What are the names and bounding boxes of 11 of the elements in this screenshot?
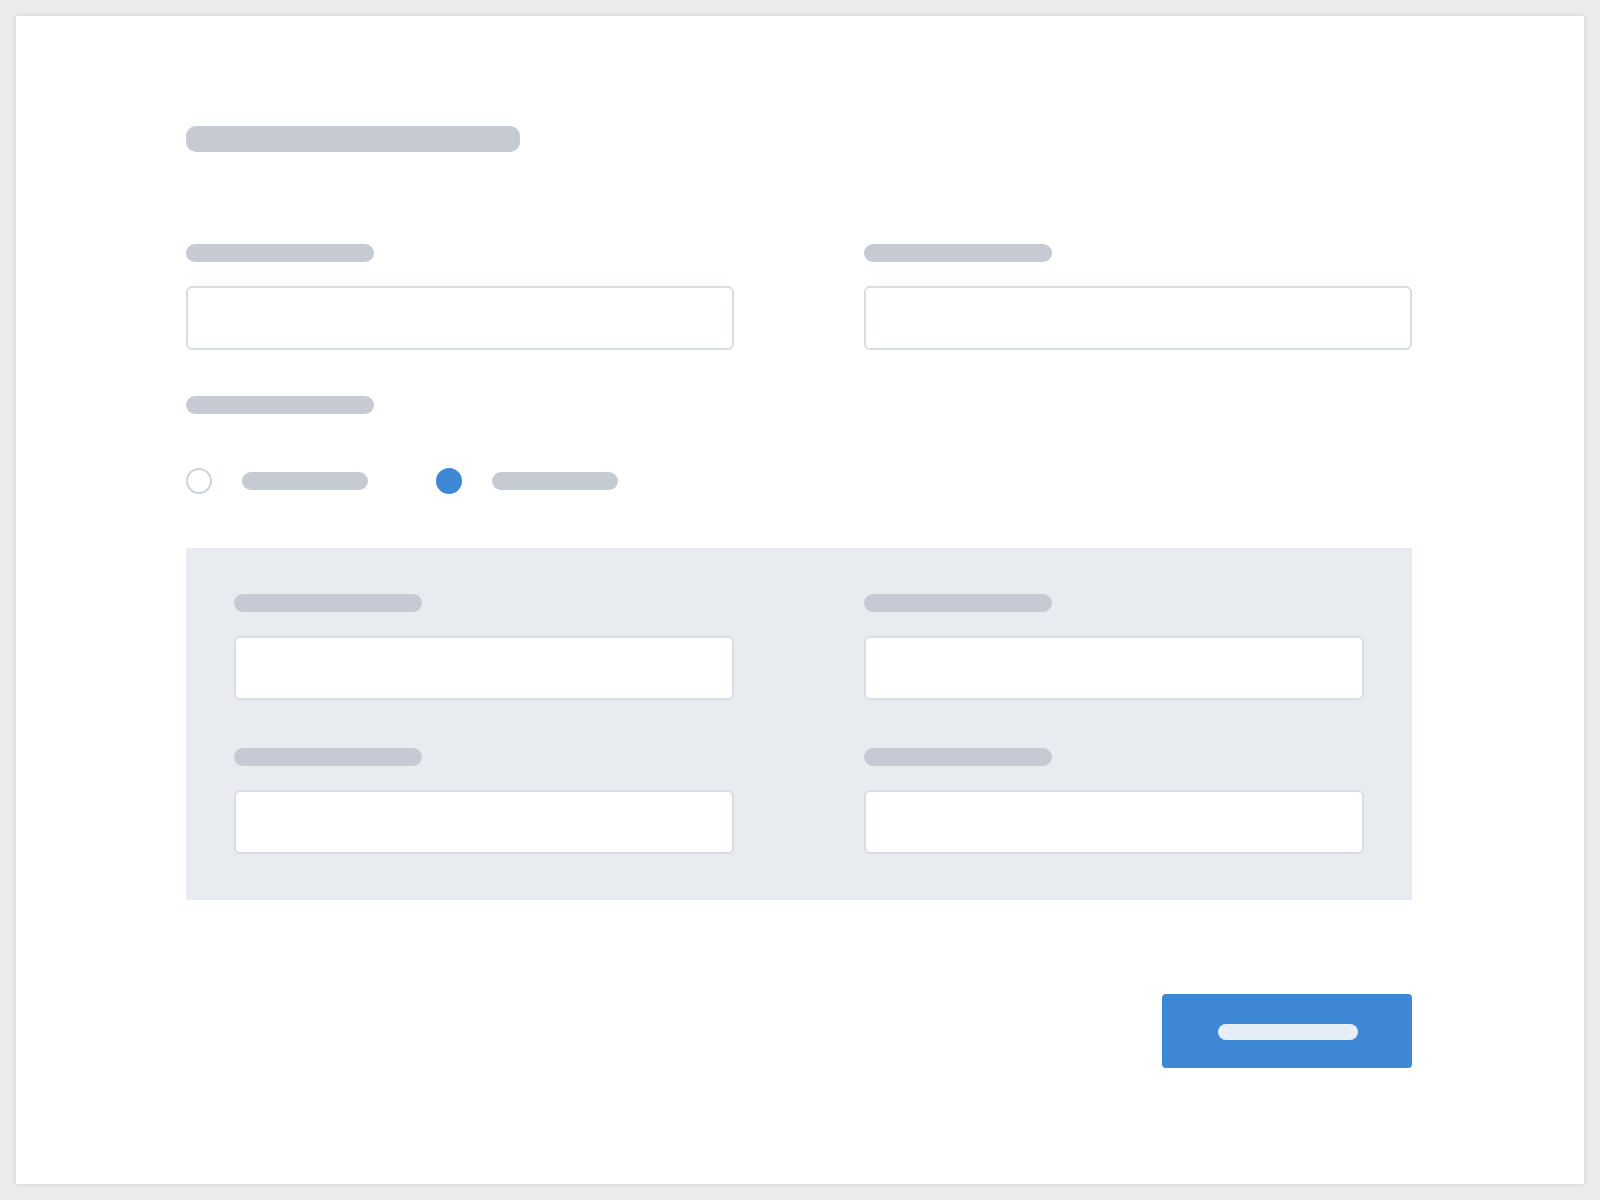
radio-button[interactable] <box>436 468 462 494</box>
submit-button[interactable] <box>1162 994 1412 1068</box>
label-skeleton <box>1217 1023 1357 1039</box>
input-field[interactable] <box>234 790 734 854</box>
input-field[interactable] <box>864 790 1364 854</box>
input-field[interactable] <box>864 636 1364 700</box>
input-field[interactable] <box>234 636 734 700</box>
label-skeleton <box>492 472 618 490</box>
input-field[interactable] <box>864 286 1412 350</box>
input-field[interactable] <box>186 286 734 350</box>
label-skeleton <box>242 472 368 490</box>
